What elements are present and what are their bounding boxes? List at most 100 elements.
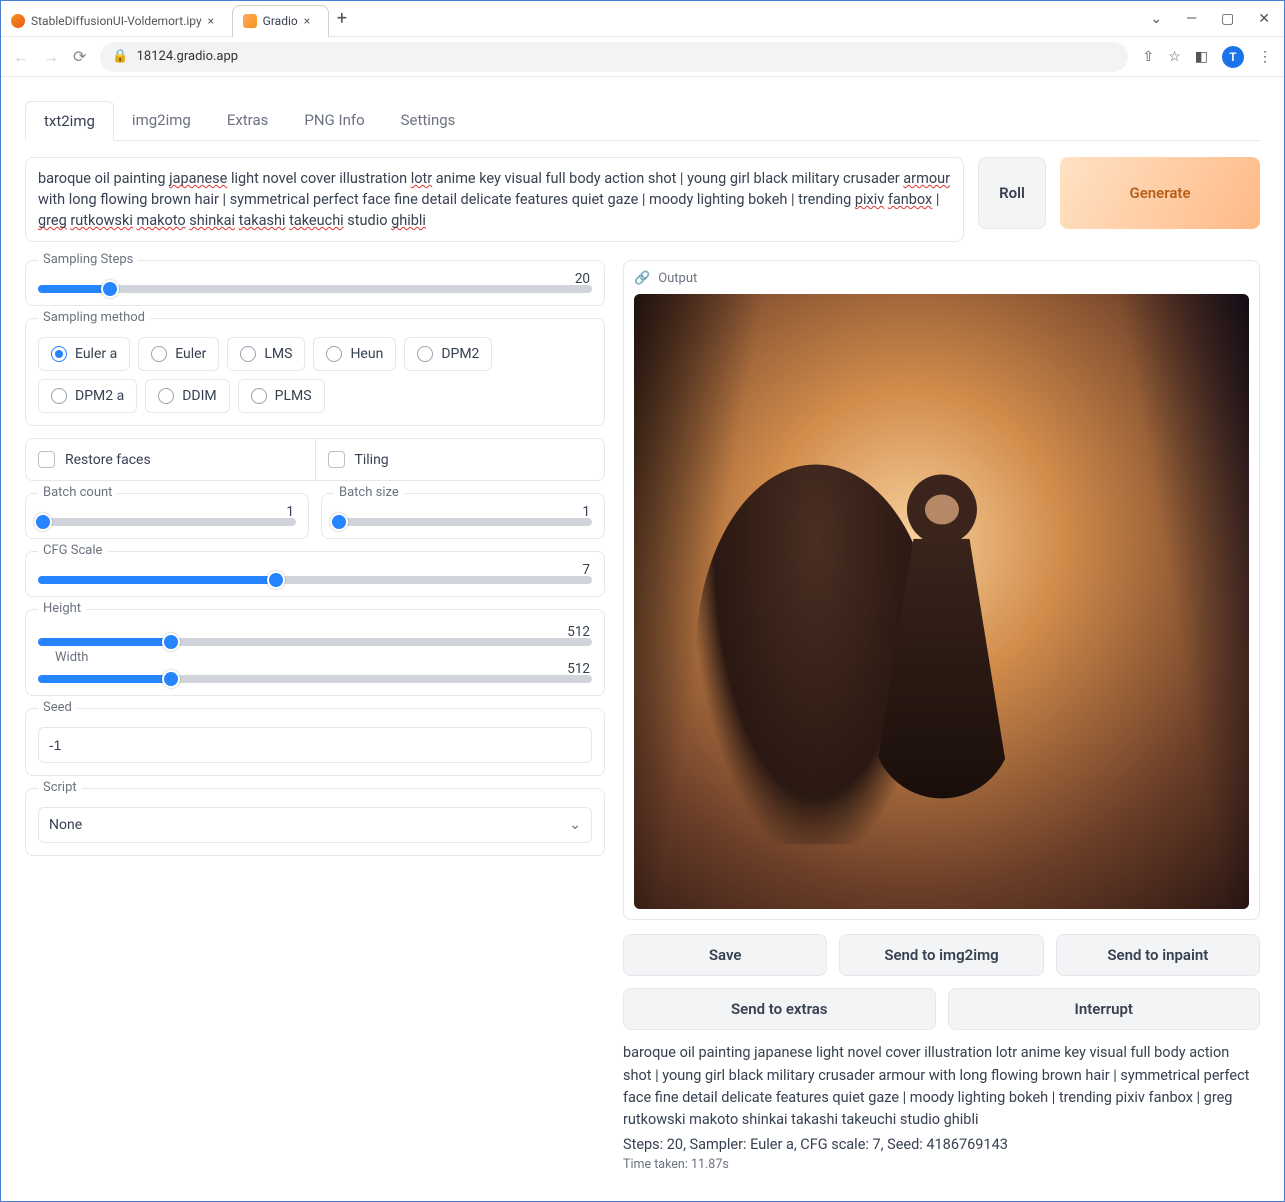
sampling-method-field: Sampling method Euler aEulerLMSHeunDPM2D… xyxy=(25,318,605,426)
radio-icon xyxy=(240,346,256,362)
height-width-field: Height 512 Width 512 xyxy=(25,609,605,696)
cfg-scale-slider[interactable] xyxy=(38,576,592,584)
tab-img2img[interactable]: img2img xyxy=(114,101,209,140)
favicon-colab xyxy=(11,14,25,28)
output-image[interactable] xyxy=(634,294,1249,909)
url-text: 18124.gradio.app xyxy=(137,49,239,64)
sampler-radio-dpm2[interactable]: DPM2 xyxy=(404,337,492,371)
time-taken-text: Time taken: 11.87s xyxy=(623,1157,1260,1172)
tab-extras[interactable]: Extras xyxy=(209,101,287,140)
sampler-radio-ddim[interactable]: DDIM xyxy=(145,379,229,413)
sampling-method-label: Sampling method xyxy=(38,310,150,325)
send-extras-button[interactable]: Send to extras xyxy=(623,988,936,1030)
browser-tab-label: StableDiffusionUI-Voldemort.ipy xyxy=(31,14,202,28)
radio-label: DPM2 xyxy=(441,346,479,362)
sampler-radio-euler-a[interactable]: Euler a xyxy=(38,337,130,371)
width-slider[interactable] xyxy=(38,675,592,683)
seed-input[interactable] xyxy=(38,727,592,763)
kebab-menu-icon[interactable]: ⋮ xyxy=(1258,49,1272,65)
seed-label: Seed xyxy=(38,700,77,715)
radio-label: Heun xyxy=(350,346,383,362)
page-content: txt2img img2img Extras PNG Info Settings… xyxy=(1,77,1284,1201)
sampling-steps-label: Sampling Steps xyxy=(38,252,138,267)
sampling-steps-slider[interactable] xyxy=(38,285,592,293)
back-icon[interactable]: ← xyxy=(13,47,29,67)
checkbox-icon xyxy=(328,451,345,468)
new-tab-button[interactable]: + xyxy=(337,8,347,29)
close-icon[interactable]: × xyxy=(304,14,318,28)
share-icon[interactable]: ⇧ xyxy=(1142,49,1154,65)
reload-icon[interactable]: ⟳ xyxy=(73,47,86,66)
radio-icon xyxy=(417,346,433,362)
batch-size-slider[interactable] xyxy=(334,518,592,526)
star-icon[interactable]: ☆ xyxy=(1168,49,1181,65)
batch-size-label: Batch size xyxy=(334,485,404,500)
send-img2img-button[interactable]: Send to img2img xyxy=(839,934,1043,976)
lock-icon: 🔒 xyxy=(112,49,128,64)
radio-icon xyxy=(158,388,174,404)
chevron-down-icon[interactable]: ⌄ xyxy=(1150,11,1162,27)
cfg-scale-field: CFG Scale 7 xyxy=(25,551,605,597)
result-prompt-text: baroque oil painting japanese light nove… xyxy=(623,1042,1260,1132)
maximize-icon[interactable]: ▢ xyxy=(1221,11,1234,27)
radio-icon xyxy=(51,388,67,404)
panel-icon[interactable]: ◧ xyxy=(1195,49,1208,65)
script-field: Script None ⌄ xyxy=(25,788,605,856)
checkbox-icon xyxy=(38,451,55,468)
save-button[interactable]: Save xyxy=(623,934,827,976)
restore-faces-checkbox[interactable]: Restore faces xyxy=(26,439,316,480)
restore-faces-label: Restore faces xyxy=(65,452,151,468)
radio-label: Euler xyxy=(175,346,206,362)
roll-button[interactable]: Roll xyxy=(978,157,1046,229)
tab-pnginfo[interactable]: PNG Info xyxy=(286,101,382,140)
url-input[interactable]: 🔒 18124.gradio.app xyxy=(100,42,1128,72)
browser-titlebar: StableDiffusionUI-Voldemort.ipy × Gradio… xyxy=(1,1,1284,37)
sampler-radio-dpm2-a[interactable]: DPM2 a xyxy=(38,379,137,413)
tiling-checkbox[interactable]: Tiling xyxy=(316,439,605,480)
radio-label: DDIM xyxy=(182,388,216,404)
radio-label: DPM2 a xyxy=(75,388,124,404)
cfg-scale-label: CFG Scale xyxy=(38,543,107,558)
browser-tab-1[interactable]: Gradio × xyxy=(232,5,329,37)
radio-label: PLMS xyxy=(275,388,312,404)
output-label: Output xyxy=(658,271,697,286)
batch-size-field: Batch size 1 xyxy=(321,493,605,539)
radio-label: Euler a xyxy=(75,346,117,362)
seed-field: Seed xyxy=(25,708,605,776)
radio-icon xyxy=(151,346,167,362)
close-icon[interactable]: × xyxy=(208,14,222,28)
height-slider[interactable] xyxy=(38,638,592,646)
batch-count-field: Batch count 1 xyxy=(25,493,309,539)
result-meta-text: Steps: 20, Sampler: Euler a, CFG scale: … xyxy=(623,1136,1260,1153)
forward-icon[interactable]: → xyxy=(43,47,59,67)
browser-tab-0[interactable]: StableDiffusionUI-Voldemort.ipy × xyxy=(1,5,232,37)
radio-icon xyxy=(326,346,342,362)
tab-settings[interactable]: Settings xyxy=(383,101,474,140)
sampler-radio-plms[interactable]: PLMS xyxy=(238,379,325,413)
radio-icon xyxy=(51,346,67,362)
generate-button[interactable]: Generate xyxy=(1060,157,1260,229)
script-label: Script xyxy=(38,780,82,795)
width-label: Width xyxy=(50,650,93,665)
sampler-radio-lms[interactable]: LMS xyxy=(227,337,305,371)
script-select[interactable]: None ⌄ xyxy=(38,807,592,843)
tab-txt2img[interactable]: txt2img xyxy=(25,101,114,141)
tiling-label: Tiling xyxy=(355,452,389,468)
profile-avatar[interactable]: T xyxy=(1222,46,1244,68)
minimize-icon[interactable]: — xyxy=(1186,11,1197,27)
output-panel: 🔗 Output xyxy=(623,260,1260,920)
interrupt-button[interactable]: Interrupt xyxy=(948,988,1261,1030)
browser-addressbar: ← → ⟳ 🔒 18124.gradio.app ⇧ ☆ ◧ T ⋮ xyxy=(1,37,1284,77)
gradio-tabs: txt2img img2img Extras PNG Info Settings xyxy=(25,101,1260,141)
batch-count-label: Batch count xyxy=(38,485,117,500)
prompt-textarea[interactable]: baroque oil painting japanese light nove… xyxy=(25,157,964,242)
batch-count-slider[interactable] xyxy=(38,518,296,526)
close-window-icon[interactable]: ✕ xyxy=(1258,11,1270,27)
height-label: Height xyxy=(38,601,86,616)
link-icon[interactable]: 🔗 xyxy=(634,271,650,286)
sampler-radio-euler[interactable]: Euler xyxy=(138,337,219,371)
sampler-radio-heun[interactable]: Heun xyxy=(313,337,396,371)
browser-tab-label: Gradio xyxy=(263,14,298,28)
radio-icon xyxy=(251,388,267,404)
send-inpaint-button[interactable]: Send to inpaint xyxy=(1056,934,1260,976)
